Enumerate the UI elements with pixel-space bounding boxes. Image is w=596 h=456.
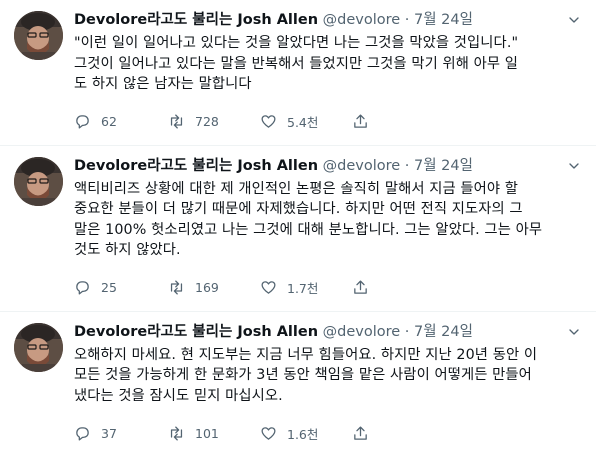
tweet-content: Devolore라고도 불리는 Josh Allen @devolore · 7…	[74, 10, 582, 145]
tweet-header: Devolore라고도 불리는 Josh Allen @devolore · 7…	[74, 322, 582, 342]
tweet-actions: 37 101 1.6천	[74, 423, 582, 456]
retweet-count: 728	[195, 114, 219, 129]
retweet-count: 169	[195, 280, 219, 295]
tweet-actions: 25 169 1.7천	[74, 278, 582, 311]
retweet-icon	[168, 425, 185, 442]
reply-count: 37	[101, 426, 117, 441]
share-button[interactable]	[352, 279, 444, 296]
reply-button[interactable]: 25	[74, 279, 168, 296]
avatar[interactable]	[14, 323, 63, 372]
display-name[interactable]: Devolore라고도 불리는 Josh Allen	[74, 12, 318, 28]
like-button[interactable]: 1.6천	[260, 424, 352, 443]
timestamp[interactable]: 7월 24일	[414, 12, 473, 28]
retweet-button[interactable]: 728	[168, 113, 260, 130]
tweet-content: Devolore라고도 불리는 Josh Allen @devolore · 7…	[74, 322, 582, 456]
tweet-content: Devolore라고도 불리는 Josh Allen @devolore · 7…	[74, 156, 582, 311]
share-icon	[352, 425, 369, 442]
tweet-header: Devolore라고도 불리는 Josh Allen @devolore · 7…	[74, 10, 582, 30]
retweet-count: 101	[195, 426, 219, 441]
handle[interactable]: @devolore	[323, 158, 401, 174]
more-options-icon[interactable]	[566, 12, 582, 28]
more-options-icon[interactable]	[566, 324, 582, 340]
timestamp[interactable]: 7월 24일	[414, 158, 473, 174]
share-icon	[352, 279, 369, 296]
separator: ·	[405, 158, 410, 174]
handle[interactable]: @devolore	[323, 12, 401, 28]
display-name[interactable]: Devolore라고도 불리는 Josh Allen	[74, 324, 318, 340]
retweet-button[interactable]: 101	[168, 425, 260, 442]
more-options-icon[interactable]	[566, 158, 582, 174]
like-count: 1.7천	[287, 278, 318, 297]
tweet-header: Devolore라고도 불리는 Josh Allen @devolore · 7…	[74, 156, 582, 176]
share-button[interactable]	[352, 113, 444, 130]
share-icon	[352, 113, 369, 130]
heart-icon	[260, 425, 277, 442]
avatar[interactable]	[14, 11, 63, 60]
like-button[interactable]: 5.4천	[260, 112, 352, 131]
tweet-text: 오해하지 마세요. 현 지도부는 지금 너무 힘들어요. 하지만 지난 20년 …	[74, 345, 582, 407]
separator: ·	[405, 324, 410, 340]
retweet-button[interactable]: 169	[168, 279, 260, 296]
tweet-text: "이런 일이 일어나고 있다는 것을 알았다면 나는 그것을 막았을 것입니다.…	[74, 33, 582, 95]
like-count: 5.4천	[287, 112, 318, 131]
share-button[interactable]	[352, 425, 444, 442]
tweet[interactable]: Devolore라고도 불리는 Josh Allen @devolore · 7…	[0, 312, 596, 456]
like-button[interactable]: 1.7천	[260, 278, 352, 297]
heart-icon	[260, 279, 277, 296]
tweet[interactable]: Devolore라고도 불리는 Josh Allen @devolore · 7…	[0, 0, 596, 146]
timestamp[interactable]: 7월 24일	[414, 324, 473, 340]
separator: ·	[405, 12, 410, 28]
retweet-icon	[168, 113, 185, 130]
reply-icon	[74, 425, 91, 442]
retweet-icon	[168, 279, 185, 296]
reply-button[interactable]: 37	[74, 425, 168, 442]
like-count: 1.6천	[287, 424, 318, 443]
heart-icon	[260, 113, 277, 130]
reply-count: 25	[101, 280, 117, 295]
reply-count: 62	[101, 114, 117, 129]
avatar[interactable]	[14, 157, 63, 206]
reply-icon	[74, 113, 91, 130]
handle[interactable]: @devolore	[323, 324, 401, 340]
tweet-actions: 62 728 5.4천	[74, 112, 582, 145]
tweet-text: 액티비리즈 상황에 대한 제 개인적인 논평은 솔직히 말해서 지금 들어야 할…	[74, 179, 582, 261]
tweet-thread: Devolore라고도 불리는 Josh Allen @devolore · 7…	[0, 0, 596, 456]
display-name[interactable]: Devolore라고도 불리는 Josh Allen	[74, 158, 318, 174]
tweet[interactable]: Devolore라고도 불리는 Josh Allen @devolore · 7…	[0, 146, 596, 312]
reply-button[interactable]: 62	[74, 113, 168, 130]
reply-icon	[74, 279, 91, 296]
